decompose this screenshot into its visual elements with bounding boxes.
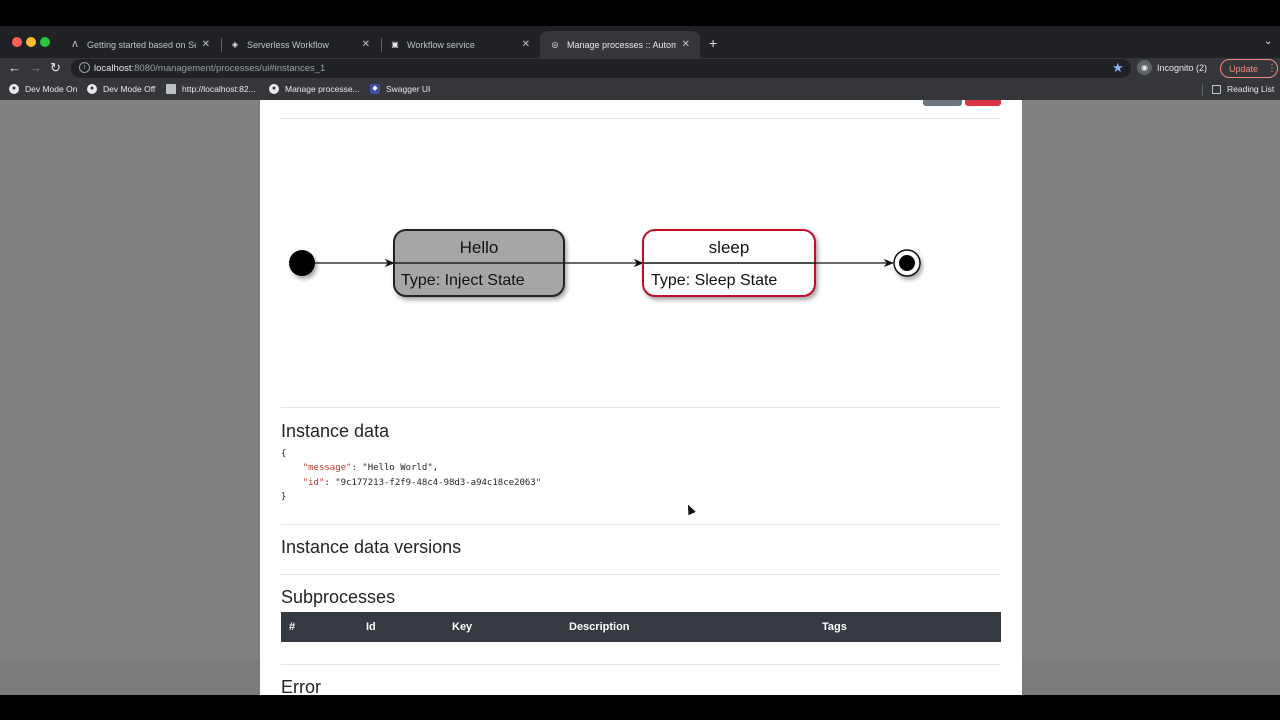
tab-getting-started[interactable]: Λ Getting started based on Serve ✕ <box>60 31 220 58</box>
reading-list-label: Reading List <box>1227 84 1275 94</box>
end-node <box>893 249 921 277</box>
bookmark-swagger-ui[interactable]: ◆ Swagger UI <box>370 84 430 94</box>
swagger-icon: ◆ <box>370 84 380 94</box>
close-icon[interactable]: ✕ <box>682 39 690 50</box>
instance-data-json: { "message": "Hello World", "id": "9c177… <box>281 449 542 502</box>
json-brace: { <box>281 449 287 459</box>
close-window-button[interactable] <box>12 37 22 47</box>
bookmark-star-icon[interactable]: ★ <box>1112 60 1124 76</box>
json-brace: } <box>281 491 287 502</box>
json-value: "9c177213-f2f9-48c4-98d3-a94c18ce2063" <box>329 477 542 488</box>
tab-title: Serverless Workflow <box>247 39 329 50</box>
divider <box>281 574 1001 575</box>
shield-icon: ◈ <box>231 40 239 49</box>
state-type: Type: Inject State <box>401 272 525 289</box>
state-name: sleep <box>709 238 750 257</box>
instance-data-title: Instance data <box>281 421 390 441</box>
bookmark-label: Manage processe... <box>285 84 360 94</box>
page-viewport: Hello Type: Inject State sleep Type: Sle… <box>0 100 1280 695</box>
url-text[interactable]: localhost:8080/management/processes/ui#i… <box>94 63 325 74</box>
close-icon[interactable]: ✕ <box>362 39 370 50</box>
bookmark-dev-mode-on[interactable]: ● Dev Mode On <box>9 84 77 94</box>
minimize-window-button[interactable] <box>26 37 36 47</box>
globe-icon: ◎ <box>551 40 559 49</box>
bookmark-label: Dev Mode Off <box>103 84 156 94</box>
divider <box>281 664 1001 665</box>
reading-list-icon <box>1212 84 1221 94</box>
globe-icon: ● <box>269 84 279 94</box>
swagger-icon: ▣ <box>391 40 399 49</box>
close-icon[interactable]: ✕ <box>202 39 210 50</box>
tab-title: Getting started based on Serve <box>87 39 196 50</box>
column-header-number: # <box>289 621 296 633</box>
forward-icon[interactable]: → <box>29 60 42 75</box>
tab-strip: Λ Getting started based on Serve ✕ ◈ Ser… <box>0 26 1280 58</box>
state-type: Type: Sleep State <box>651 272 777 289</box>
back-icon[interactable]: ← <box>8 60 21 75</box>
update-label: Update <box>1229 63 1259 74</box>
divider <box>281 118 1001 119</box>
globe-icon: ● <box>9 84 19 94</box>
address-bar[interactable]: i localhost:8080/management/processes/ui… <box>71 59 1131 78</box>
tab-serverless-workflow[interactable]: ◈ Serverless Workflow ✕ <box>220 31 380 58</box>
instance-data-versions-title: Instance data versions <box>281 537 462 557</box>
bookmark-label: Dev Mode On <box>25 84 78 94</box>
toolbar: ← → ↻ i localhost:8080/management/proces… <box>0 58 1280 80</box>
tab-title: Manage processes :: Automati <box>567 39 676 50</box>
column-header-description: Description <box>569 621 630 633</box>
state-hello[interactable]: Hello Type: Inject State <box>393 229 565 297</box>
reading-list-button[interactable]: Reading List <box>1212 84 1274 94</box>
json-key: "message" <box>302 463 352 474</box>
state-sleep[interactable]: sleep Type: Sleep State <box>642 229 816 297</box>
tab-search-icon[interactable]: ⌄ <box>1264 36 1272 47</box>
tab-manage-processes[interactable]: ◎ Manage processes :: Automati ✕ <box>540 31 700 58</box>
process-instance-modal: Hello Type: Inject State sleep Type: Sle… <box>260 100 1022 695</box>
update-button[interactable]: Update ⋮ <box>1220 59 1278 78</box>
bookmark-localhost[interactable]: http://localhost:82... <box>166 84 256 94</box>
tab-workflow-service[interactable]: ▣ Workflow service ✕ <box>380 31 540 58</box>
bookmark-dev-mode-off[interactable]: ● Dev Mode Off <box>87 84 155 94</box>
divider <box>281 524 1001 525</box>
incognito-icon[interactable]: ◉ <box>1137 60 1152 75</box>
more-icon: ⋮ <box>1267 63 1278 74</box>
divider <box>281 407 1001 408</box>
bookmark-manage-processes[interactable]: ● Manage processe... <box>269 84 360 94</box>
letterbox-top <box>0 0 1280 26</box>
start-node <box>289 250 315 276</box>
state-name: Hello <box>460 238 499 257</box>
bookmark-label: Swagger UI <box>386 84 431 94</box>
browser-chrome: Λ Getting started based on Serve ✕ ◈ Ser… <box>0 26 1280 100</box>
json-value: "Hello World", <box>356 463 439 474</box>
site-info-icon[interactable]: i <box>79 62 90 73</box>
close-icon[interactable]: ✕ <box>522 39 530 50</box>
tab-title: Workflow service <box>407 39 475 50</box>
secondary-button[interactable] <box>923 100 962 106</box>
url-path: :8080/management/processes/ui#instances_… <box>131 63 326 74</box>
workflow-diagram: Hello Type: Inject State sleep Type: Sle… <box>289 229 921 297</box>
json-key: "id" <box>302 477 325 488</box>
new-tab-icon[interactable]: + <box>709 35 717 51</box>
reload-icon[interactable]: ↻ <box>50 60 61 76</box>
letterbox-bottom <box>0 695 1280 720</box>
globe-icon: ● <box>87 84 97 94</box>
column-header-key: Key <box>452 621 473 633</box>
subprocesses-title: Subprocesses <box>281 587 396 607</box>
subprocesses-table-header: # Id Key Description Tags <box>281 612 1001 642</box>
column-header-id: Id <box>366 621 376 633</box>
incognito-label[interactable]: Incognito (2) <box>1157 63 1207 73</box>
a-icon: Λ <box>72 40 78 49</box>
danger-button[interactable] <box>965 100 1001 106</box>
bookmark-label: http://localhost:82... <box>182 84 256 94</box>
column-header-tags: Tags <box>822 621 847 633</box>
error-title: Error <box>281 677 321 695</box>
bookmarks-bar: ● Dev Mode On ● Dev Mode Off http://loca… <box>0 80 1280 100</box>
page-icon <box>166 84 176 94</box>
url-host: localhost <box>94 63 132 74</box>
separator <box>1202 84 1203 96</box>
maximize-window-button[interactable] <box>40 37 50 47</box>
